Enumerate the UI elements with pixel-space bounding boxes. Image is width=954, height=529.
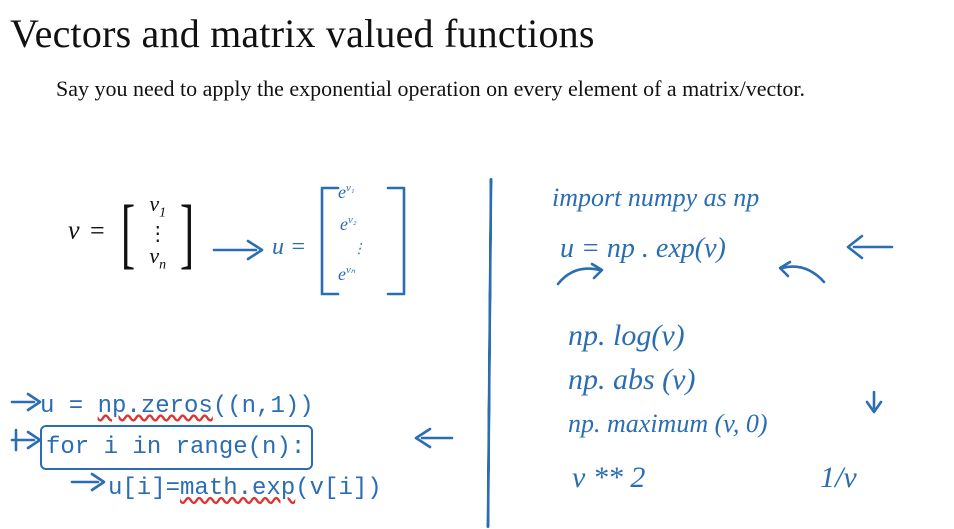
for-loop-boxed: for i in range(n): (40, 425, 313, 470)
left-bracket-icon: [ (121, 203, 135, 263)
np-abs: np. abs (v) (568, 362, 695, 398)
code-line-1: u = np.zeros((n,1)) (40, 388, 382, 425)
vn: vn (149, 243, 166, 268)
page-title: Vectors and matrix valued functions (10, 10, 954, 57)
one-over-v: 1/v (820, 460, 857, 496)
e-v2: ev₂ (340, 214, 357, 236)
curve-arrow-icon (552, 262, 612, 290)
vector-definition: v = [ v1 ⋮ vn ] (68, 192, 200, 273)
arrow-icon (10, 390, 44, 414)
right-bracket-icon: ] (180, 203, 194, 263)
arrow-icon (10, 428, 44, 452)
code-line-2: for i in range(n): (40, 425, 382, 470)
v-squared: v ** 2 (572, 460, 645, 496)
vertical-divider (486, 178, 492, 528)
e-v1: ev₁ (338, 182, 355, 204)
code-line-3: u[i]=math.exp(v[i]) (40, 470, 382, 507)
np-zeros: np.zeros (98, 393, 213, 420)
arrow-left-icon (840, 232, 900, 262)
np-log: np. log(v) (568, 318, 685, 354)
intro-paragraph: Say you need to apply the exponential op… (56, 75, 896, 104)
v1: v1 (149, 191, 166, 216)
np-exp-line: u = np . exp(v) (560, 232, 726, 266)
e-dots: ⋮ (352, 242, 366, 259)
math-exp: math.exp (180, 475, 295, 502)
np-maximum: np. maximum (v, 0) (568, 408, 768, 439)
vector-column: v1 ⋮ vn (148, 192, 168, 273)
arrow-down-icon (862, 390, 886, 418)
import-numpy: import numpy as np (552, 182, 759, 213)
equals-sign: = (86, 216, 109, 245)
arrow-icon (210, 235, 270, 265)
v-symbol: v (68, 216, 80, 245)
e-vn: evₙ (338, 264, 355, 286)
curve-arrow-icon (776, 260, 832, 288)
u-equals-label: u = (272, 233, 306, 262)
loop-code-block: u = np.zeros((n,1)) for i in range(n): u… (40, 388, 382, 508)
arrow-left-icon (408, 425, 456, 451)
